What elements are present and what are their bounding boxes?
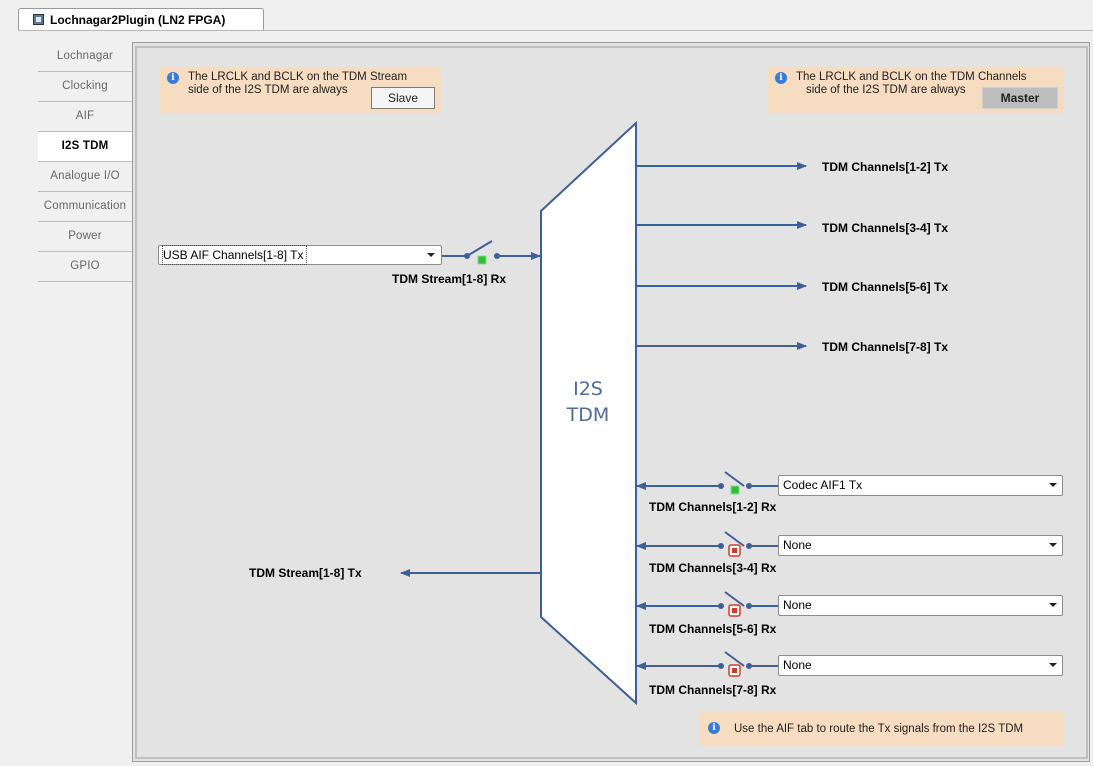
rx-source-select-5-6[interactable]: None <box>778 595 1063 616</box>
channels-note-line2: side of the I2S TDM are always <box>806 84 966 96</box>
footer-note-text: Use the AIF tab to route the Tx signals … <box>734 723 1024 735</box>
stream-rx-led <box>477 255 487 265</box>
chevron-down-icon <box>1049 483 1057 487</box>
rx-source-value-7-8: None <box>783 658 812 672</box>
stream-rx-path <box>442 240 541 265</box>
rx-path-3-4 <box>636 531 778 557</box>
block-line2: TDM <box>566 404 610 426</box>
stream-clock-mode-button[interactable]: Slave <box>371 87 435 109</box>
rx-label-3-4: TDM Channels[3-4] Rx <box>649 561 777 575</box>
channels-note-line1: The LRCLK and BCLK on the TDM Channels <box>796 71 1027 83</box>
rx-label-5-6: TDM Channels[5-6] Rx <box>649 622 777 636</box>
stream-rx-label: TDM Stream[1-8] Rx <box>392 272 507 286</box>
rx-led-1-2 <box>730 485 740 495</box>
channels-clock-note: i The LRCLK and BCLK on the TDM Channels… <box>768 67 1064 113</box>
rx-source-value-5-6: None <box>783 598 812 612</box>
rx-label-1-2: TDM Channels[1-2] Rx <box>649 500 777 514</box>
rx-source-select-1-2[interactable]: Codec AIF1 Tx <box>778 475 1063 496</box>
rx-label-7-8: TDM Channels[7-8] Rx <box>649 683 777 697</box>
tx-label-5-6: TDM Channels[5-6] Tx <box>822 280 949 294</box>
stream-rx-source-select[interactable]: USB AIF Channels[1-8] Tx <box>158 245 442 265</box>
info-icon: i <box>167 72 179 84</box>
chevron-down-icon <box>1049 663 1057 667</box>
rx-path-1-2 <box>636 471 778 495</box>
stream-clock-note: i The LRCLK and BCLK on the TDM Stream s… <box>160 67 441 113</box>
stream-note-line1: The LRCLK and BCLK on the TDM Stream <box>188 71 408 83</box>
tx-label-3-4: TDM Channels[3-4] Tx <box>822 221 949 235</box>
stream-note-line2: side of the I2S TDM are always <box>188 84 348 96</box>
rx-source-value-3-4: None <box>783 538 812 552</box>
tx-label-7-8: TDM Channels[7-8] Tx <box>822 340 949 354</box>
stream-rx-source-value: USB AIF Channels[1-8] Tx <box>162 245 307 265</box>
footer-note: i Use the AIF tab to route the Tx signal… <box>700 712 1064 746</box>
i2s-tdm-block-label: I2S TDM <box>556 376 620 428</box>
info-icon: i <box>775 72 787 84</box>
rx-source-select-3-4[interactable]: None <box>778 535 1063 556</box>
rx-source-value-1-2: Codec AIF1 Tx <box>783 478 863 492</box>
chevron-down-icon <box>1049 543 1057 547</box>
routing-diagram <box>400 120 807 706</box>
tx-label-1-2: TDM Channels[1-2] Tx <box>822 160 949 174</box>
block-line1: I2S <box>573 378 603 400</box>
chevron-down-icon <box>427 253 435 257</box>
info-icon: i <box>708 722 720 734</box>
rx-path-7-8 <box>636 651 778 677</box>
channels-clock-mode-button[interactable]: Master <box>982 87 1058 109</box>
stream-tx-label: TDM Stream[1-8] Tx <box>249 566 362 580</box>
rx-source-select-7-8[interactable]: None <box>778 655 1063 676</box>
rx-path-5-6 <box>636 591 778 617</box>
chevron-down-icon <box>1049 603 1057 607</box>
